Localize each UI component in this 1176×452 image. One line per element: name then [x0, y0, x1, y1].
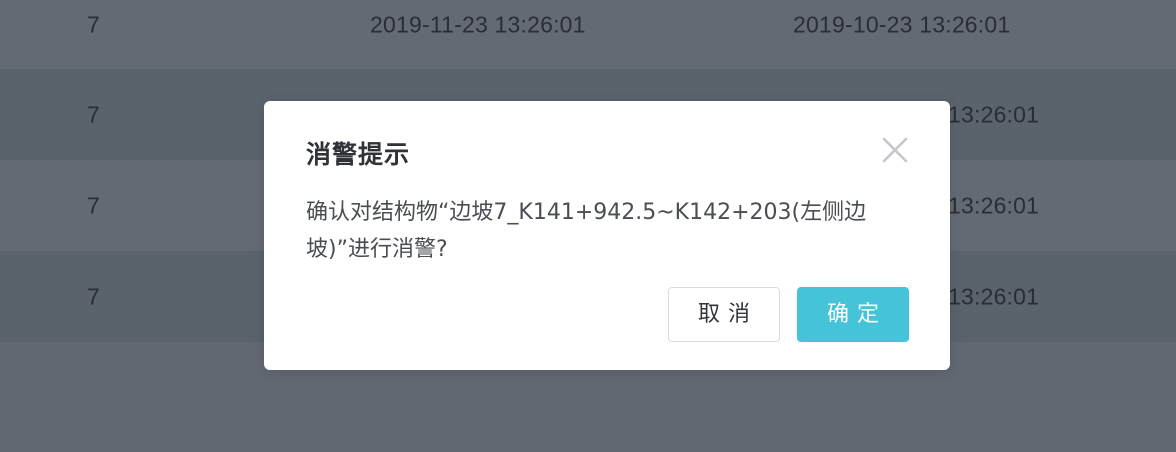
alarm-clear-dialog: 消警提示 确认对结构物“边坡7_K141+942.5~K142+203(左侧边坡…	[264, 101, 950, 370]
dialog-title: 消警提示	[306, 140, 411, 169]
dialog-message: 确认对结构物“边坡7_K141+942.5~K142+203(左侧边坡)”进行消…	[306, 200, 867, 262]
confirm-button[interactable]: 确定	[797, 287, 909, 342]
cancel-button[interactable]: 取消	[668, 287, 780, 342]
close-icon[interactable]	[879, 134, 911, 166]
modal-overlay: 消警提示 确认对结构物“边坡7_K141+942.5~K142+203(左侧边坡…	[0, 0, 1176, 452]
